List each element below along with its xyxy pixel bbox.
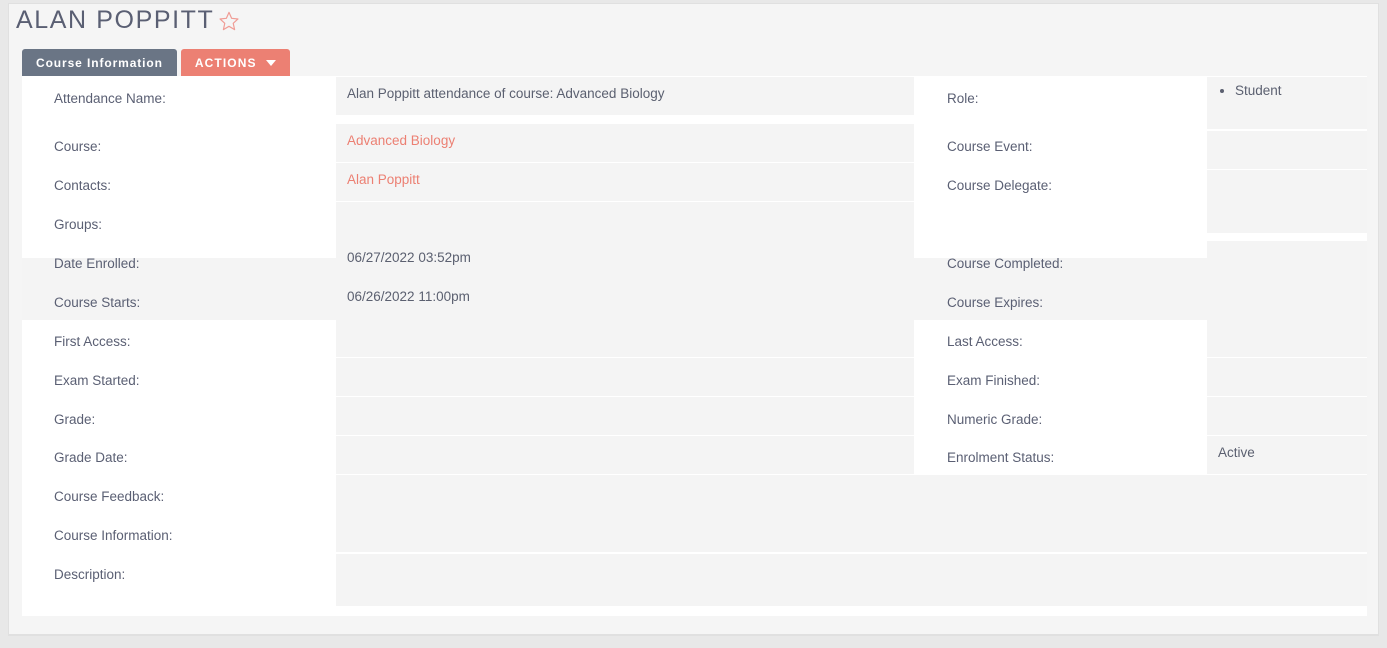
field-label-enrolment-status: Enrolment Status:	[947, 450, 1054, 465]
field-label-role: Role:	[947, 91, 979, 106]
field-value-course-event	[1207, 131, 1367, 169]
label-text: Course Expires:	[947, 295, 1044, 310]
course-starts-text: 06/26/2022 11:00pm	[347, 289, 470, 304]
field-label-course-delegate: Course Delegate:	[947, 178, 1052, 193]
date-enrolled-text: 06/27/2022 03:52pm	[347, 250, 471, 265]
label-text: Grade Date:	[54, 450, 128, 465]
label-text: Course Completed:	[947, 256, 1064, 271]
label-text: Exam Finished:	[947, 373, 1041, 388]
record-card: ALAN POPPITT Course Information ACTIONS	[8, 3, 1379, 636]
status-badge: Active	[1218, 445, 1255, 460]
field-value-enrolment-status: Active	[1207, 436, 1367, 474]
field-label-numeric-grade: Numeric Grade:	[947, 412, 1042, 427]
field-value-course-completed	[1207, 241, 1367, 279]
screenshot-root: ALAN POPPITT Course Information ACTIONS	[0, 0, 1387, 648]
field-label-last-access: Last Access:	[947, 334, 1023, 349]
field-label-exam-started: Exam Started:	[54, 373, 140, 388]
actions-button-label: ACTIONS	[194, 55, 257, 70]
label-text: Course Information:	[54, 528, 173, 543]
label-text: Grade:	[54, 412, 96, 427]
contact-link[interactable]: Alan Poppitt	[347, 172, 420, 187]
label-text: Course Feedback:	[54, 489, 165, 504]
field-value-description	[336, 554, 1367, 606]
field-value-course: Advanced Biology	[336, 124, 914, 162]
field-value-course-feedback	[336, 475, 1367, 552]
actions-dropdown-button[interactable]: ACTIONS	[180, 49, 290, 76]
label-text: Exam Started:	[54, 373, 140, 388]
field-value-exam-finished	[1207, 358, 1367, 396]
field-label-description: Description:	[54, 567, 125, 582]
field-label-course-event: Course Event:	[947, 139, 1033, 154]
tab-course-information[interactable]: Course Information	[22, 49, 177, 76]
field-label-grade-date: Grade Date:	[54, 450, 128, 465]
field-value-exam-started	[336, 358, 914, 396]
page-header: ALAN POPPITT Course Information ACTIONS	[9, 4, 1378, 76]
field-label-course-feedback: Course Feedback:	[54, 489, 164, 504]
tab-bar: Course Information ACTIONS	[22, 49, 290, 76]
label-text: Attendance Name:	[54, 91, 166, 106]
role-list-item: Student	[1235, 83, 1356, 98]
field-value-role: Student	[1207, 77, 1367, 129]
field-value-course-expires	[1207, 280, 1367, 318]
field-label-groups: Groups:	[54, 217, 102, 232]
field-value-date-enrolled: 06/27/2022 03:52pm	[336, 241, 914, 279]
star-outline-icon[interactable]	[218, 10, 242, 34]
label-text: Contacts:	[54, 178, 112, 193]
page-title: ALAN POPPITT	[16, 6, 215, 34]
label-text: Numeric Grade:	[947, 412, 1043, 427]
field-value-grade-date	[336, 436, 914, 474]
field-label-course-starts: Course Starts:	[54, 295, 140, 310]
label-text: Role:	[947, 91, 979, 106]
label-text: Course:	[54, 139, 102, 154]
attendance-name-text: Alan Poppitt attendance of course: Advan…	[347, 86, 665, 101]
role-list: Student	[1218, 83, 1356, 98]
field-label-grade: Grade:	[54, 412, 95, 427]
field-value-numeric-grade	[1207, 397, 1367, 435]
field-value-course-delegate	[1207, 170, 1367, 233]
field-value-contacts: Alan Poppitt	[336, 163, 914, 201]
field-label-course: Course:	[54, 139, 101, 154]
field-label-first-access: First Access:	[54, 334, 131, 349]
field-value-course-starts: 06/26/2022 11:00pm	[336, 280, 914, 318]
chevron-down-icon	[265, 59, 276, 66]
label-text: Last Access:	[947, 334, 1023, 349]
field-grid: Attendance Name: Course: Contacts: Group…	[22, 76, 1367, 616]
field-label-attendance-name: Attendance Name:	[54, 91, 166, 106]
field-value-last-access	[1207, 319, 1367, 357]
field-label-date-enrolled: Date Enrolled:	[54, 256, 140, 271]
label-text: Course Delegate:	[947, 178, 1053, 193]
field-value-first-access	[336, 319, 914, 357]
label-text: Description:	[54, 567, 126, 582]
course-information-panel: Attendance Name: Course: Contacts: Group…	[22, 76, 1367, 616]
label-text: Course Event:	[947, 139, 1033, 154]
field-label-exam-finished: Exam Finished:	[947, 373, 1040, 388]
label-text: First Access:	[54, 334, 131, 349]
field-value-attendance-name: Alan Poppitt attendance of course: Advan…	[336, 77, 914, 115]
label-text: Date Enrolled:	[54, 256, 140, 271]
course-link[interactable]: Advanced Biology	[347, 133, 455, 148]
field-label-course-completed: Course Completed:	[947, 256, 1063, 271]
field-value-grade	[336, 397, 914, 435]
field-label-course-information: Course Information:	[54, 528, 173, 543]
field-label-course-expires: Course Expires:	[947, 295, 1043, 310]
tab-course-information-label: Course Information	[36, 55, 163, 70]
label-text: Groups:	[54, 217, 103, 232]
label-text: Course Starts:	[54, 295, 141, 310]
label-text: Enrolment Status:	[947, 450, 1055, 465]
title-row: ALAN POPPITT	[16, 6, 242, 35]
field-label-contacts: Contacts:	[54, 178, 111, 193]
